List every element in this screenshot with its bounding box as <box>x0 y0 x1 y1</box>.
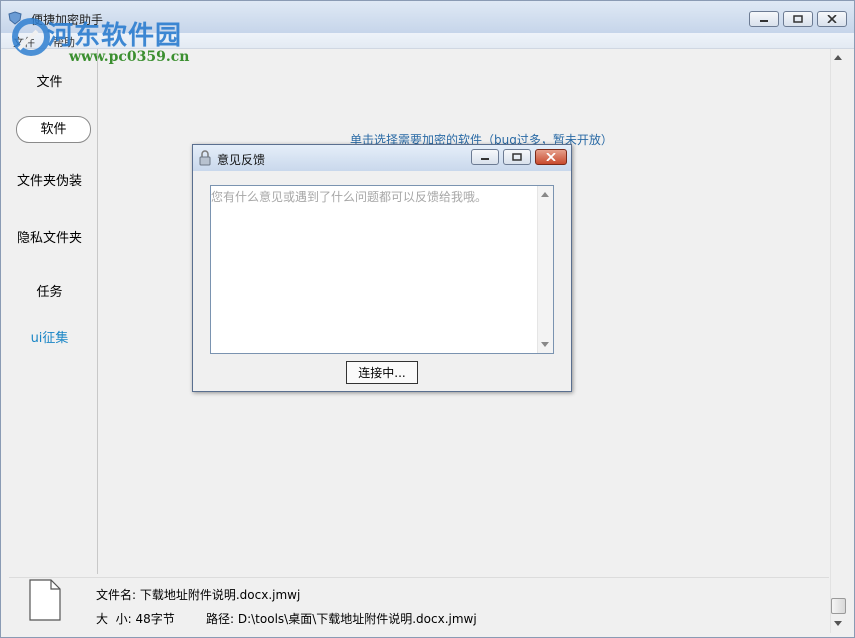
maximize-icon <box>512 153 522 161</box>
dialog-minimize-button[interactable] <box>471 149 499 165</box>
feedback-input[interactable] <box>211 186 537 353</box>
connect-button[interactable]: 连接中... <box>346 361 418 384</box>
dialog-close-button[interactable] <box>535 149 567 165</box>
dialog-maximize-button[interactable] <box>503 149 531 165</box>
feedback-dialog: 意见反馈 连接中... <box>192 144 572 392</box>
scroll-down-icon[interactable] <box>834 621 842 626</box>
sidebar-item-folder-disguise[interactable]: 文件夹伪装 <box>1 170 98 189</box>
sidebar-item-tasks[interactable]: 任务 <box>1 281 98 300</box>
scroll-down-icon[interactable] <box>541 342 549 347</box>
close-icon <box>827 15 837 23</box>
document-icon <box>29 579 61 621</box>
sidebar-item-file[interactable]: 文件 <box>1 71 98 90</box>
scroll-thumb[interactable] <box>831 598 846 614</box>
dialog-title: 意见反馈 <box>217 153 266 167</box>
maximize-button[interactable] <box>783 11 813 27</box>
feedback-input-box <box>210 185 554 354</box>
sidebar-item-private-folder[interactable]: 隐私文件夹 <box>1 227 98 246</box>
close-icon <box>546 153 556 161</box>
feedback-scrollbar[interactable] <box>537 186 553 353</box>
vertical-scrollbar[interactable] <box>830 49 847 633</box>
file-size-label: 大 小: 48字节 <box>96 612 175 626</box>
sidebar-item-software[interactable]: 软件 <box>16 116 91 143</box>
minimize-icon <box>760 20 768 22</box>
maximize-icon <box>793 15 803 23</box>
lock-icon <box>199 150 211 166</box>
file-path-label: 路径: D:\tools\桌面\下载地址附件说明.docx.jmwj <box>206 612 477 626</box>
file-name-label: 文件名: 下载地址附件说明.docx.jmwj <box>96 588 301 602</box>
sidebar-item-ui-collection[interactable]: ui征集 <box>1 327 98 346</box>
scroll-up-icon[interactable] <box>834 55 842 60</box>
close-button[interactable] <box>817 11 847 27</box>
sidebar: 文件 软件 文件夹伪装 隐私文件夹 任务 ui征集 <box>1 49 98 574</box>
dialog-title-bar[interactable]: 意见反馈 <box>193 145 571 171</box>
scroll-up-icon[interactable] <box>541 192 549 197</box>
watermark-text: 河东软件园 <box>47 21 183 51</box>
minimize-button[interactable] <box>749 11 779 27</box>
minimize-icon <box>481 158 489 160</box>
